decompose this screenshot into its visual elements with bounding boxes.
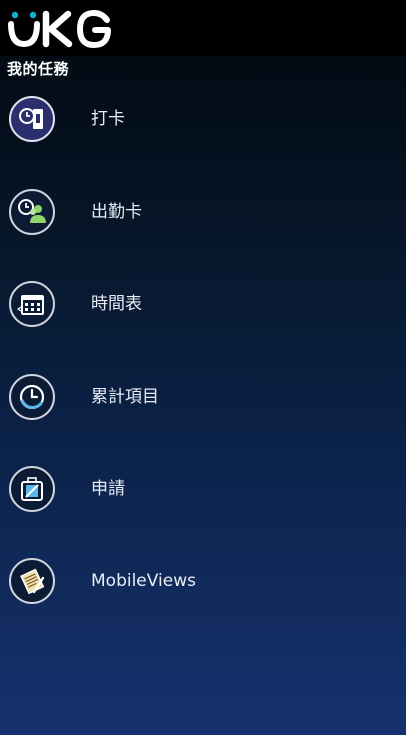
ukg-logo	[8, 10, 111, 48]
menu-item-label: MobileViews	[91, 571, 196, 591]
timecard-people-icon	[9, 189, 55, 235]
menu-item-label: 累計項目	[91, 387, 159, 407]
calendar-schedule-icon	[9, 281, 55, 327]
section-title: 我的任務	[7, 60, 70, 78]
mobileviews-notes-icon	[9, 558, 55, 604]
top-bar	[0, 0, 406, 56]
menu-item-accruals[interactable]: 累計項目	[0, 366, 406, 430]
menu-item-label: 時間表	[91, 294, 142, 314]
accruals-clock-icon	[9, 374, 55, 420]
menu-item-request[interactable]: 申請	[0, 458, 406, 522]
menu-item-mobileviews[interactable]: MobileViews	[0, 550, 406, 614]
menu-item-label: 出勤卡	[91, 202, 142, 222]
menu-item-punch[interactable]: 打卡	[0, 88, 406, 152]
menu-item-label: 打卡	[91, 109, 125, 129]
punch-clock-icon	[9, 96, 55, 142]
menu-item-timecard[interactable]: 出勤卡	[0, 181, 406, 245]
menu-item-label: 申請	[91, 479, 125, 499]
menu-item-schedule[interactable]: 時間表	[0, 273, 406, 337]
request-briefcase-icon	[9, 466, 55, 512]
